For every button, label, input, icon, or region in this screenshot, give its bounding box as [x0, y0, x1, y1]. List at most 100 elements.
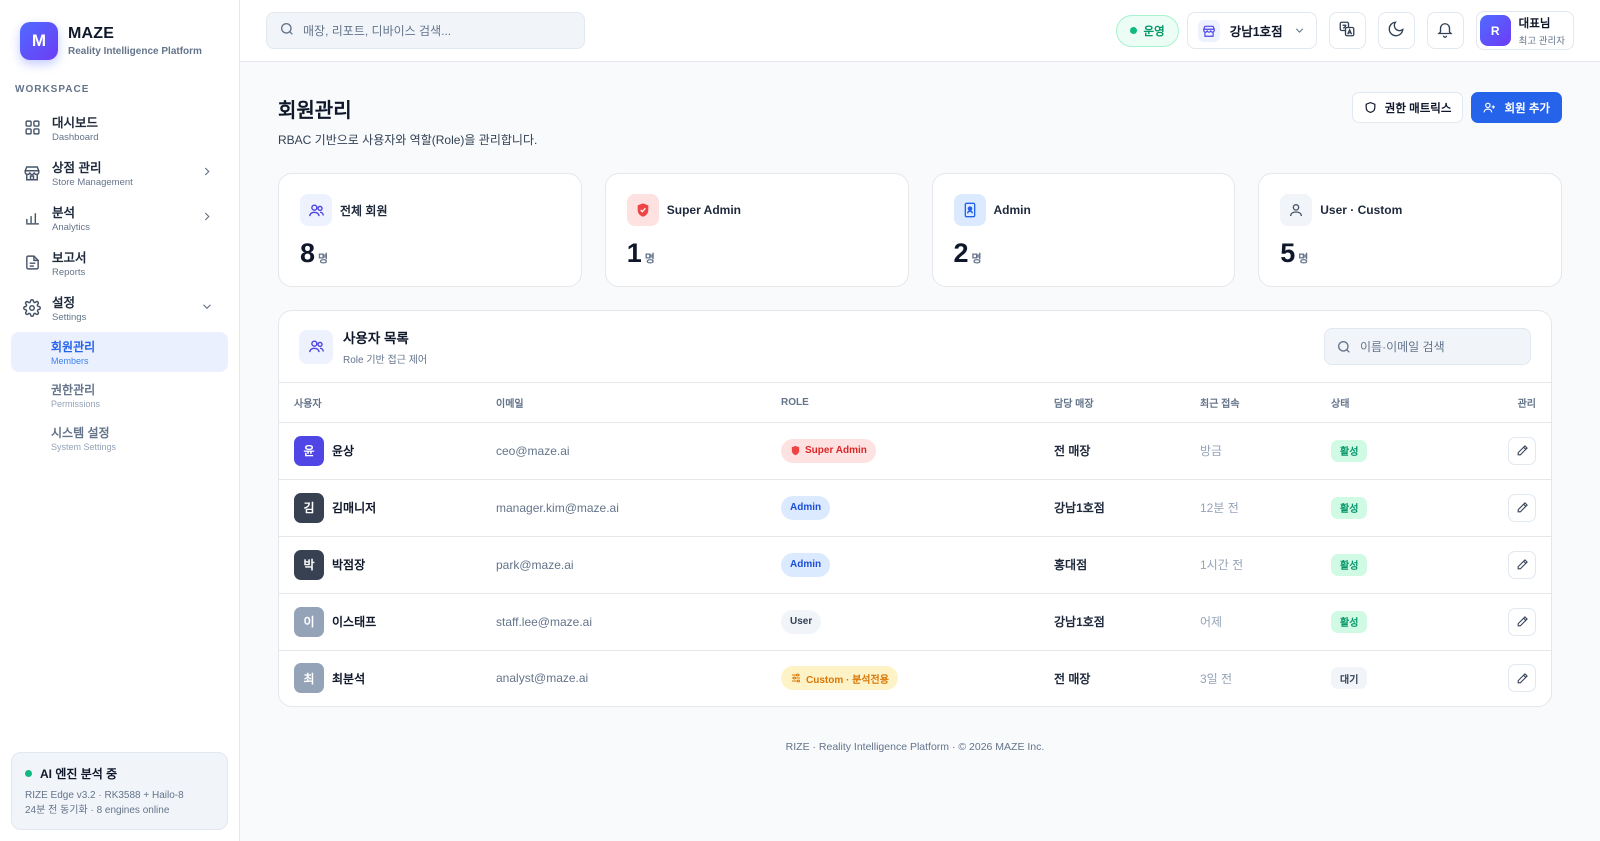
- sidebar: M MAZE Reality Intelligence Platform WOR…: [0, 0, 240, 841]
- column-header: 사용자: [279, 383, 496, 423]
- user-name: 최분석: [332, 671, 366, 686]
- avatar: R: [1479, 15, 1511, 46]
- page-content: 회원관리 RBAC 기반으로 사용자와 역할(Role)을 관리합니다. 권한 …: [240, 62, 1600, 753]
- status-badge: 대기: [1331, 667, 1368, 690]
- table-row[interactable]: 김 김매니저 manager.kim@maze.ai Admin 강남1호점 12분 전 활…: [279, 479, 1551, 537]
- assigned-store: 전 매장: [1054, 671, 1091, 686]
- sidebar-item-label: 설정: [52, 296, 76, 310]
- permission-matrix-button[interactable]: 권한 매트릭스: [1351, 92, 1464, 123]
- column-header: ROLE: [781, 383, 1054, 423]
- shield-icon: [626, 194, 659, 226]
- stat-unit: 명: [1298, 253, 1309, 265]
- role-cell: Admin: [781, 536, 1054, 594]
- edit-button[interactable]: [1508, 664, 1536, 693]
- sidebar-subitem-system-settings[interactable]: 시스템 설정 System Settings: [11, 418, 228, 458]
- sidebar-item-reports[interactable]: 보고서 Reports: [11, 240, 228, 285]
- add-member-button[interactable]: 회원 추가: [1471, 92, 1562, 123]
- table-row[interactable]: 이 이스태프 staff.lee@maze.ai User 강남1호점 어제 활성: [279, 593, 1551, 651]
- chevron-down-icon: [200, 299, 214, 316]
- role-badge: Admin: [781, 495, 831, 520]
- status-cell: 활성: [1331, 536, 1484, 594]
- store-cell: 강남1호점: [1054, 593, 1200, 651]
- column-header: 상태: [1331, 383, 1484, 423]
- stat-card: User · Custom 5 명: [1258, 173, 1562, 287]
- stat-unit: 명: [644, 253, 655, 265]
- user-email: ceo@maze.ai: [496, 443, 570, 458]
- role-cell: Custom · 분석전용: [781, 650, 1054, 706]
- column-header: 최근 접속: [1200, 383, 1331, 423]
- last-access: 1시간 전: [1200, 558, 1244, 572]
- chevron-down-icon: [1293, 24, 1306, 37]
- avatar: 박: [294, 549, 324, 580]
- theme-toggle-button[interactable]: [1377, 12, 1415, 49]
- user-search[interactable]: [1324, 328, 1531, 365]
- edit-button[interactable]: [1508, 436, 1536, 465]
- user-email: manager.kim@maze.ai: [496, 500, 619, 515]
- pencil-icon: [1516, 558, 1529, 571]
- manage-cell: [1484, 479, 1551, 537]
- email-cell: manager.kim@maze.ai: [496, 479, 781, 537]
- ai-card-title: AI 엔진 분석 중: [40, 767, 118, 781]
- store-selector[interactable]: 강남1호점: [1186, 12, 1317, 49]
- sidebar-subitem-members[interactable]: 회원관리 Members: [11, 332, 228, 372]
- ai-card-line: RIZE Edge v3.2 · RK3588 + Hailo-8: [25, 790, 184, 801]
- sidebar-subitem-permissions[interactable]: 권한관리 Permissions: [11, 375, 228, 415]
- bar-chart-icon: [23, 209, 41, 227]
- table-row[interactable]: 최 최분석 analyst@maze.ai Custom · 분석전용 전 매장 3일 전…: [279, 650, 1551, 706]
- sidebar-item-analytics[interactable]: 분석 Analytics: [11, 195, 228, 240]
- global-search[interactable]: [266, 12, 585, 49]
- sidebar-item-sublabel: Settings: [52, 312, 87, 323]
- sidebar-item-settings[interactable]: 설정 Settings: [11, 285, 228, 330]
- brand[interactable]: M MAZE Reality Intelligence Platform: [0, 0, 239, 62]
- stat-label: User · Custom: [1320, 203, 1403, 217]
- stat-label: Admin: [993, 203, 1031, 217]
- panel-title: 사용자 목록: [343, 331, 409, 346]
- role-label: User: [790, 616, 813, 627]
- translate-button[interactable]: [1328, 12, 1366, 49]
- topbar: 운영 강남1호점: [240, 0, 1600, 62]
- user-cell: 김 김매니저: [279, 479, 496, 537]
- stats-row: 전체 회원 8 명 Super Admin 1 명 Admin 2 명 User…: [278, 173, 1562, 287]
- sidebar-item-dashboard[interactable]: 대시보드 Dashboard: [11, 105, 228, 150]
- user-cell: 이 이스태프: [279, 593, 496, 651]
- stat-label: 전체 회원: [340, 203, 388, 218]
- user-menu[interactable]: R 대표님 최고 관리자: [1475, 11, 1574, 50]
- user-search-input[interactable]: [1360, 339, 1519, 354]
- sidebar-item-store-management[interactable]: 상점 관리 Store Management: [11, 150, 228, 195]
- notifications-button[interactable]: [1426, 12, 1464, 49]
- assigned-store: 강남1호점: [1054, 615, 1105, 629]
- user-name: 윤상: [332, 444, 355, 458]
- stat-card: 전체 회원 8 명: [278, 173, 582, 287]
- subitem-sublabel: System Settings: [51, 442, 117, 452]
- assigned-store: 전 매장: [1054, 444, 1091, 458]
- table-row[interactable]: 윤 윤상 ceo@maze.ai Super Admin 전 매장 방금 활성: [279, 422, 1551, 480]
- column-header: 담당 매장: [1054, 383, 1200, 423]
- table-row[interactable]: 박 박점장 park@maze.ai Admin 홍대점 1시간 전 활성: [279, 536, 1551, 594]
- last-access-cell: 12분 전: [1200, 479, 1331, 537]
- subitem-label: 시스템 설정: [51, 426, 110, 440]
- status-cell: 활성: [1331, 593, 1484, 651]
- edit-button[interactable]: [1508, 493, 1536, 522]
- stat-unit: 명: [318, 253, 329, 265]
- user-list-panel: 사용자 목록 Role 기반 접근 제어 사용자 이메일: [278, 310, 1552, 707]
- edit-button[interactable]: [1508, 550, 1536, 579]
- button-label: 권한 매트릭스: [1384, 102, 1452, 115]
- button-label: 회원 추가: [1504, 102, 1550, 115]
- stat-value: 5: [1280, 238, 1296, 268]
- role-label: Super Admin: [805, 445, 867, 456]
- grid-icon: [23, 119, 41, 137]
- user-table: 사용자 이메일 ROLE 담당 매장 최근 접속 상태 관리 윤 윤상 ceo@ma…: [279, 383, 1551, 706]
- search-input[interactable]: [303, 23, 563, 38]
- edit-button[interactable]: [1508, 607, 1536, 636]
- last-access: 방금: [1200, 444, 1223, 458]
- sliders-icon: [790, 672, 806, 684]
- subitem-label: 회원관리: [51, 340, 96, 354]
- store-cell: 홍대점: [1054, 536, 1200, 594]
- role-badge: Admin: [781, 552, 831, 577]
- shield-icon: [1364, 101, 1382, 114]
- chevron-right-icon: [200, 164, 214, 181]
- page-title: 회원관리: [278, 100, 352, 122]
- settings-subnav: 회원관리 Members 권한관리 Permissions 시스템 설정 Sys…: [0, 330, 239, 458]
- manage-cell: [1484, 422, 1551, 480]
- id-badge-icon: [953, 194, 986, 226]
